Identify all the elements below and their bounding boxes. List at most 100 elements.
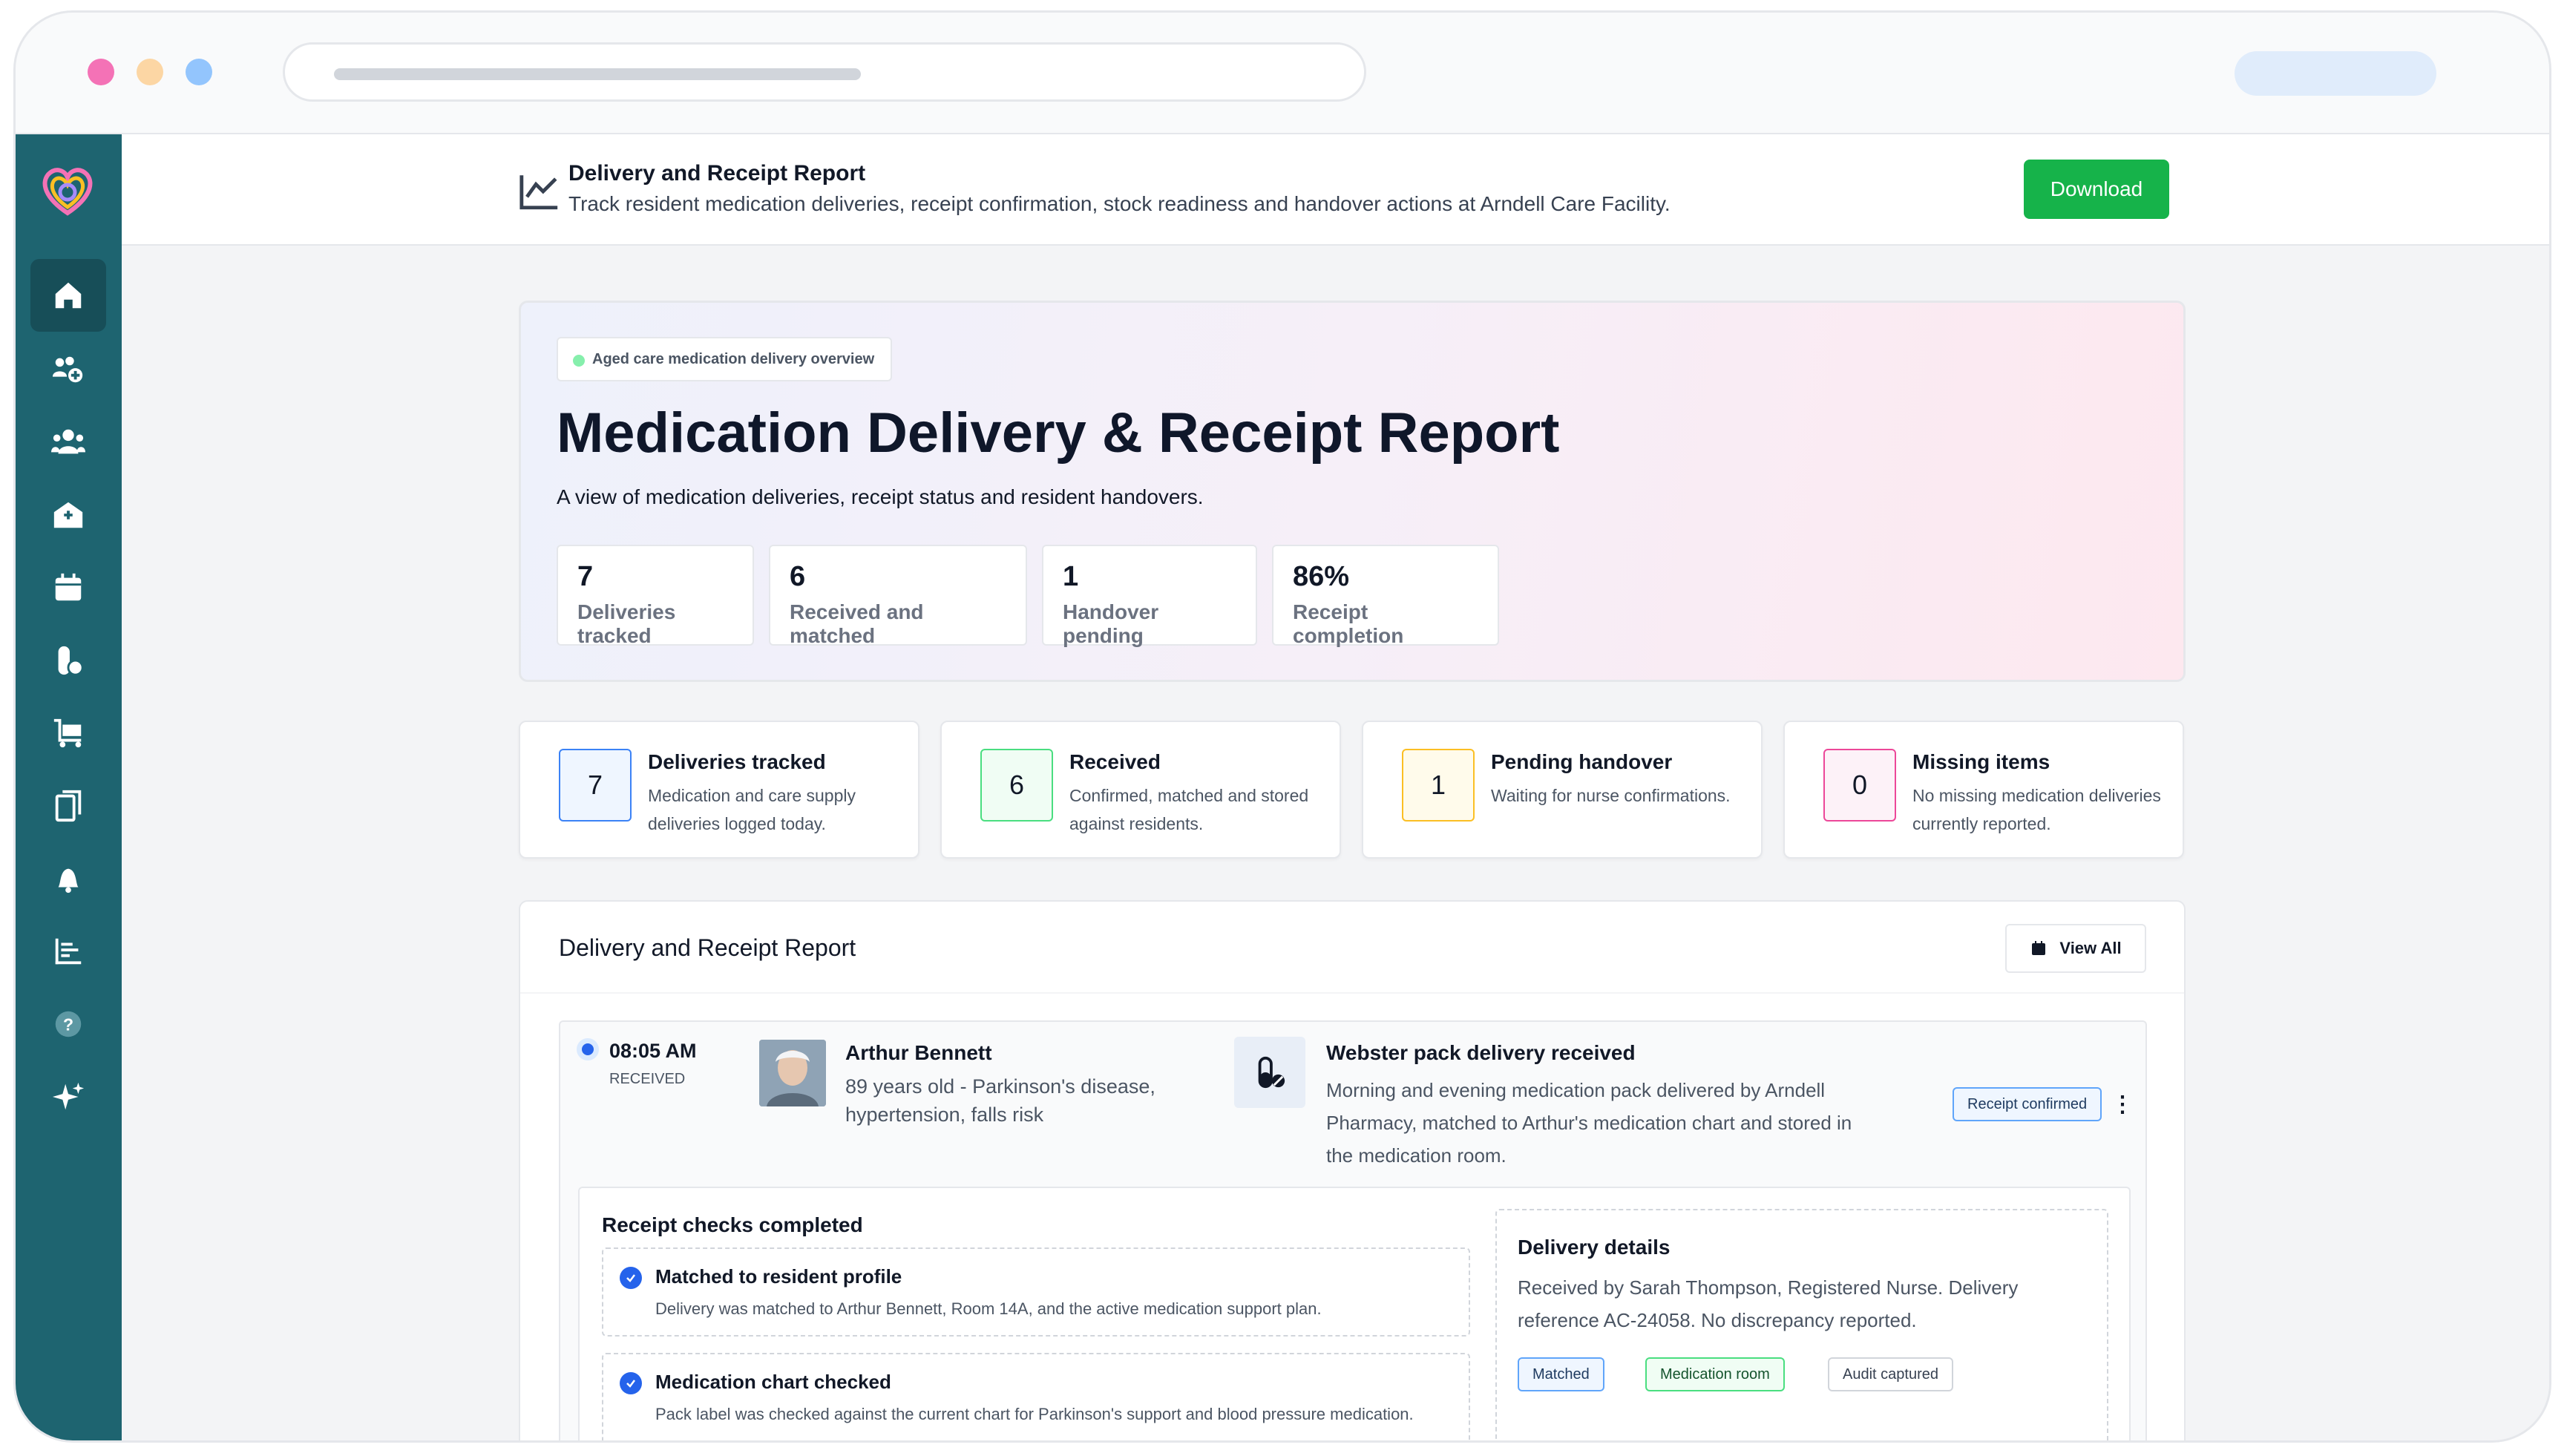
- hero-stat-completion: 86% Receipt completion: [1272, 545, 1499, 647]
- nav-calendar[interactable]: [30, 551, 106, 624]
- hero-subtitle: A view of medication deliveries, receipt…: [557, 485, 1204, 508]
- overview-tag-label: Aged care medication delivery overview: [592, 350, 875, 367]
- stat-label: Received and matched: [790, 600, 924, 647]
- hero-title: Medication Delivery & Receipt Report: [557, 401, 1560, 465]
- check-circle-icon: [620, 1267, 642, 1289]
- nav-residents[interactable]: [30, 406, 106, 479]
- resident-name[interactable]: Arthur Bennett: [845, 1041, 992, 1065]
- documents-icon: [55, 790, 82, 822]
- close-window-dot[interactable]: [88, 59, 114, 85]
- residents-icon: [51, 429, 85, 454]
- svg-text:?: ?: [63, 1015, 73, 1034]
- check-title: Matched to resident profile: [655, 1265, 902, 1288]
- address-placeholder: [334, 68, 861, 80]
- delivery-details-panel: Delivery details Received by Sarah Thomp…: [1495, 1209, 2108, 1440]
- check-description: Delivery was matched to Arthur Bennett, …: [655, 1299, 1322, 1318]
- medication-room-tag: Medication room: [1645, 1357, 1785, 1391]
- receipt-confirmed-badge: Receipt confirmed: [1953, 1087, 2102, 1121]
- medication-icon: [1258, 1056, 1285, 1089]
- calendar-icon: [2032, 941, 2046, 955]
- view-all-label: View All: [2059, 939, 2122, 957]
- summary-card-missing: 0 Missing items No missing medication de…: [1783, 721, 2184, 859]
- cart-icon: [53, 718, 82, 748]
- hero-stat-deliveries: 7 Deliveries tracked: [557, 545, 754, 647]
- page-title: Delivery and Receipt Report: [568, 161, 866, 186]
- main-content: Delivery and Receipt Report Track reside…: [122, 134, 2549, 1440]
- resident-photo-icon: [759, 1040, 826, 1106]
- report-panel: Delivery and Receipt Report View All 08:…: [519, 900, 2186, 1440]
- nav-home[interactable]: [30, 259, 106, 332]
- page-header: Delivery and Receipt Report Track reside…: [122, 134, 2549, 246]
- nav-orders[interactable]: [30, 697, 106, 770]
- overview-tag: Aged care medication delivery overview: [557, 337, 893, 381]
- help-icon: ?: [55, 1011, 82, 1037]
- trend-chart-icon: [519, 175, 558, 210]
- card-title: Deliveries tracked: [648, 750, 826, 773]
- card-value-box: 0: [1823, 749, 1896, 822]
- check-item: Medication chart checked Pack label was …: [602, 1353, 1470, 1440]
- sparkle-icon: [52, 1082, 85, 1110]
- card-value-box: 6: [980, 749, 1053, 822]
- card-description: Waiting for nurse confirmations.: [1491, 786, 1731, 805]
- stat-label: Handover pending: [1063, 600, 1159, 647]
- stat-value: 6: [790, 561, 806, 592]
- card-title: Received: [1069, 750, 1161, 773]
- nav-ai[interactable]: [30, 1060, 106, 1133]
- report-title: Delivery and Receipt Report: [559, 934, 856, 961]
- delivery-entry[interactable]: 08:05 AM RECEIVED Arthur Bennett 89 year…: [559, 1020, 2147, 1440]
- medication-type-box: [1234, 1037, 1305, 1108]
- nav-facility[interactable]: [30, 479, 106, 551]
- avatar: [759, 1040, 826, 1106]
- card-value-box: 7: [559, 749, 632, 822]
- resident-description: 89 years old - Parkinson's disease, hype…: [845, 1075, 1155, 1126]
- nav-medication[interactable]: [30, 624, 106, 697]
- matched-tag: Matched: [1518, 1357, 1604, 1391]
- status-dot: [577, 1038, 599, 1060]
- bell-icon: [58, 868, 79, 893]
- card-description: No missing medication deliveries current…: [1912, 786, 2161, 833]
- download-button[interactable]: Download: [2024, 160, 2169, 219]
- hero-stat-received: 6 Received and matched: [769, 545, 1027, 647]
- check-item: Matched to resident profile Delivery was…: [602, 1247, 1470, 1337]
- entry-time: 08:05 AM: [609, 1040, 697, 1062]
- check-circle-icon: [620, 1372, 642, 1394]
- medication-icon: [58, 646, 84, 676]
- entry-status: RECEIVED: [609, 1071, 686, 1087]
- maximize-window-dot[interactable]: [186, 59, 212, 85]
- summary-card-received: 6 Received Confirmed, matched and stored…: [940, 721, 1341, 859]
- minimize-window-dot[interactable]: [137, 59, 163, 85]
- nav-notifications[interactable]: [30, 842, 106, 915]
- nav-documents[interactable]: [30, 770, 106, 842]
- divider: [520, 992, 2184, 994]
- browser-toolbar: [16, 13, 2549, 134]
- facility-icon: [53, 502, 83, 528]
- more-options-icon[interactable]: ⋮: [2111, 1092, 2134, 1118]
- toolbar-pill[interactable]: [2235, 51, 2436, 96]
- home-icon: [55, 282, 82, 309]
- address-bar[interactable]: [283, 42, 1366, 102]
- nav-add-users[interactable]: [30, 333, 106, 406]
- view-all-button[interactable]: View All: [2005, 924, 2146, 973]
- browser-window: ? Delivery and Receipt Report Track resi…: [13, 10, 2551, 1443]
- details-title: Delivery details: [1518, 1236, 1671, 1259]
- card-title: Pending handover: [1491, 750, 1673, 773]
- hero-banner: Aged care medication delivery overview M…: [519, 301, 2186, 682]
- stat-label: Receipt completion: [1293, 600, 1404, 647]
- nav-help[interactable]: ?: [30, 988, 106, 1060]
- sidebar: ?: [16, 134, 122, 1440]
- nav-reports[interactable]: [30, 915, 106, 988]
- list-icon: [55, 938, 82, 965]
- card-description: Confirmed, matched and stored against re…: [1069, 786, 1309, 833]
- delivery-title: Webster pack delivery received: [1326, 1041, 1636, 1064]
- delivery-description: Morning and evening medication pack deli…: [1326, 1079, 1852, 1167]
- check-description: Pack label was checked against the curre…: [655, 1405, 1414, 1423]
- card-description: Medication and care supply deliveries lo…: [648, 786, 856, 833]
- audit-captured-tag: Audit captured: [1828, 1357, 1953, 1391]
- users-add-icon: [52, 356, 83, 383]
- stat-value: 1: [1063, 561, 1079, 592]
- check-title: Medication chart checked: [655, 1371, 891, 1393]
- app-logo-icon[interactable]: [38, 161, 97, 220]
- card-value-box: 1: [1402, 749, 1475, 822]
- hero-stat-handover: 1 Handover pending: [1042, 545, 1257, 647]
- stat-value: 7: [577, 561, 594, 592]
